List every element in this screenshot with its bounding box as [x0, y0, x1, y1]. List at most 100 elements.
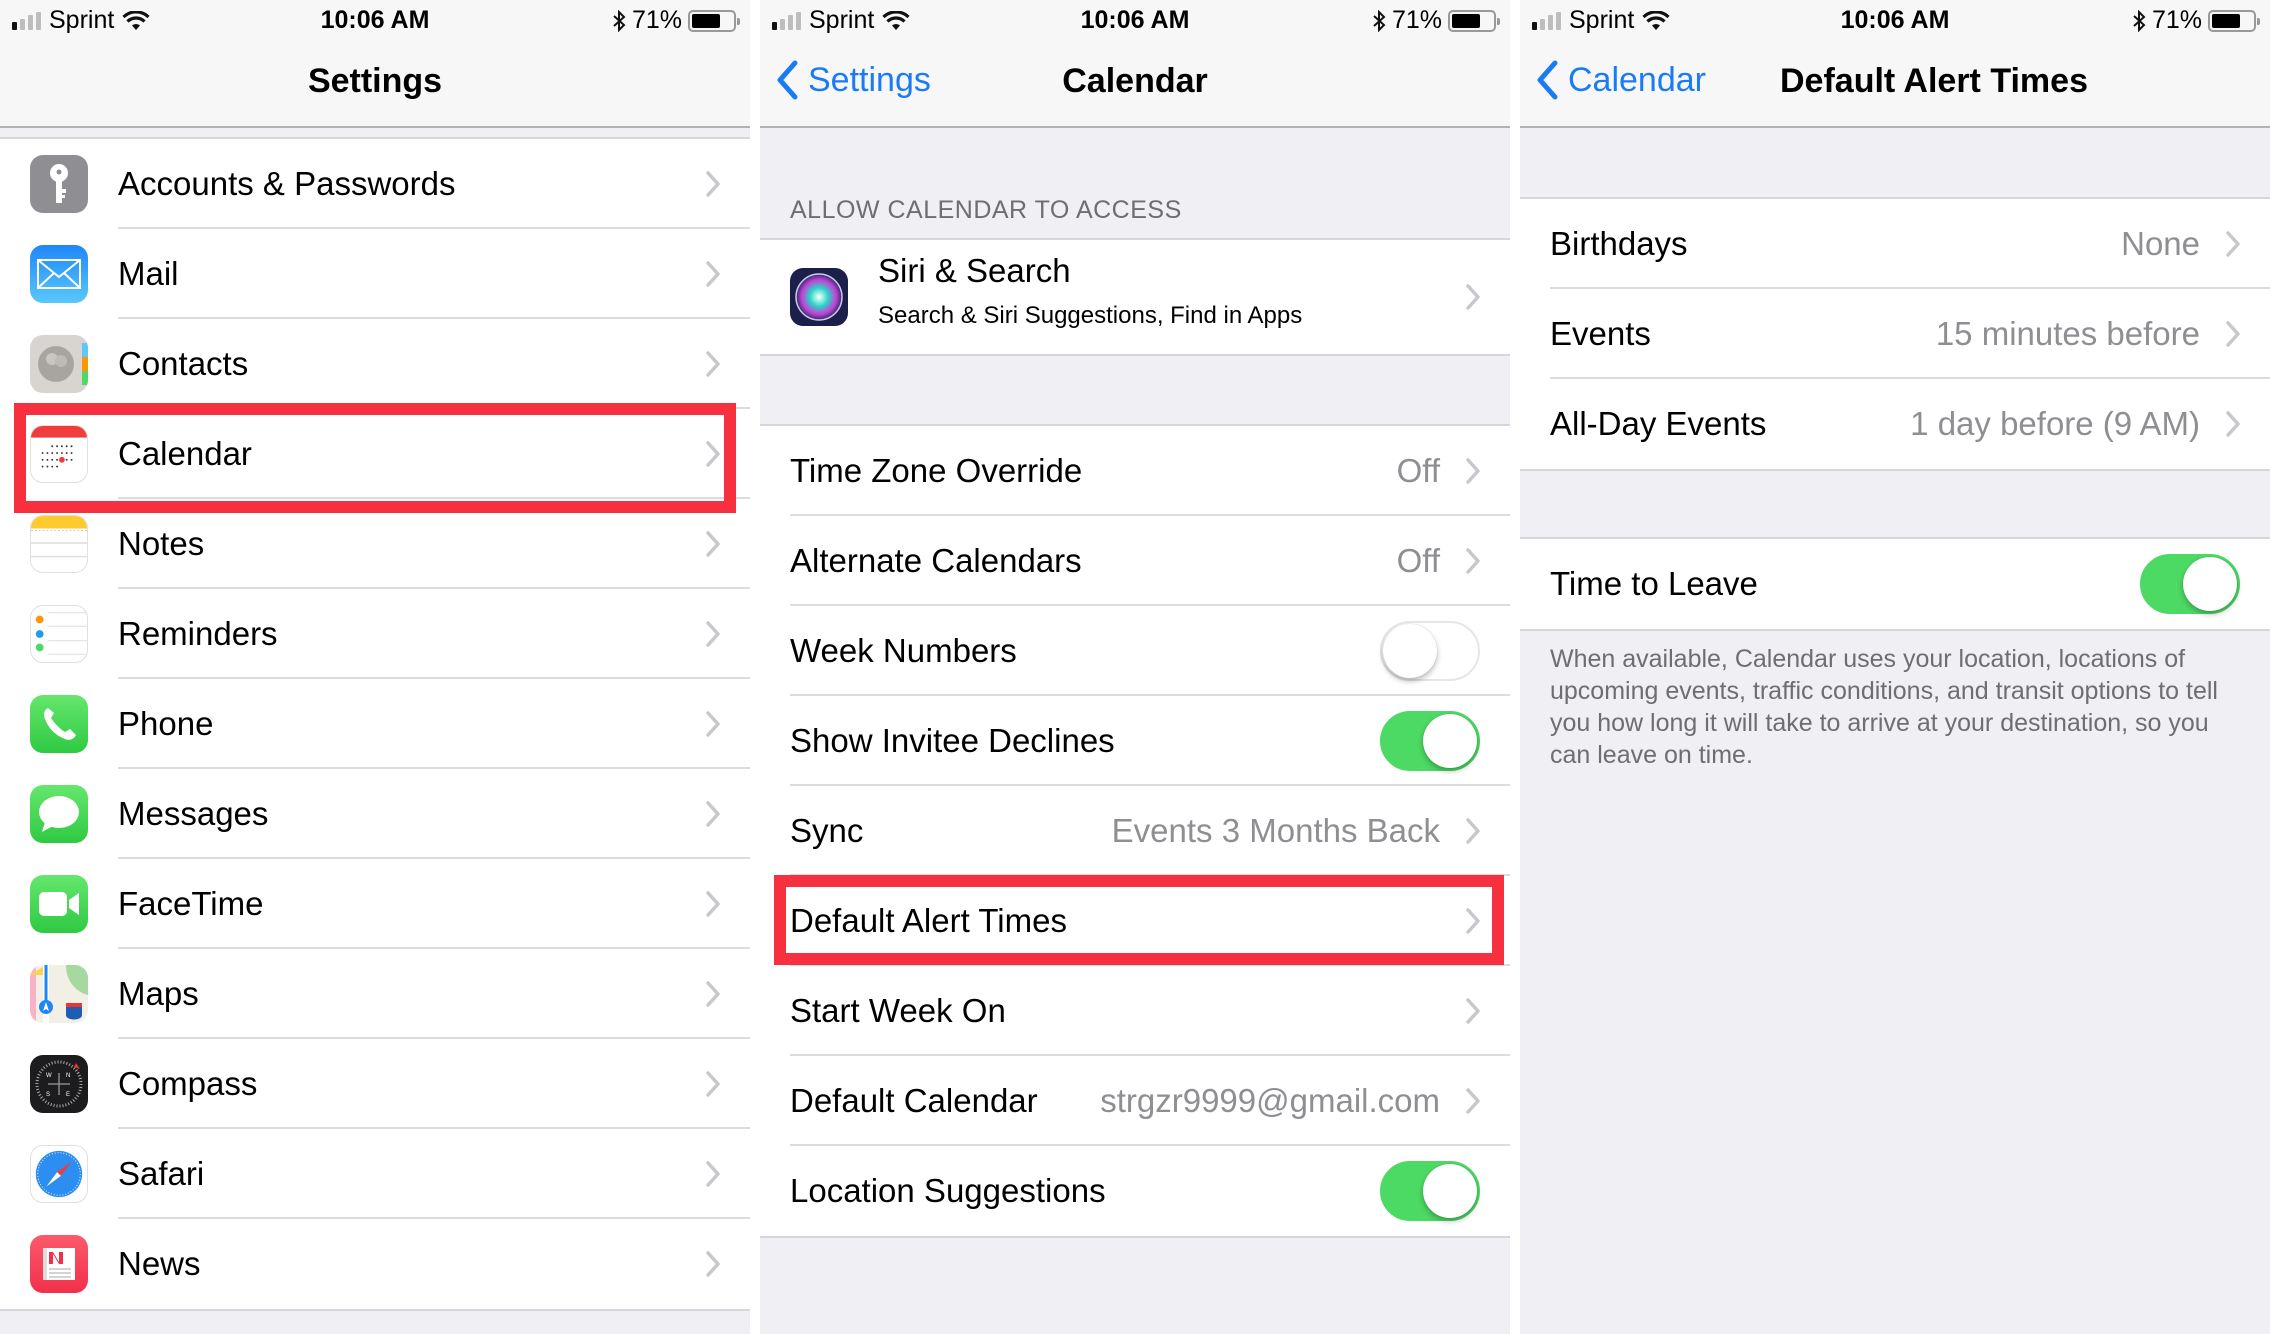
navigation-bar: Settings [0, 40, 750, 128]
row-label: Show Invitee Declines [790, 722, 1115, 759]
battery-percent: 71% [1391, 6, 1442, 34]
messages-icon [30, 785, 88, 843]
week-numbers-item: Week Numbers [760, 606, 1510, 696]
time-to-leave-toggle[interactable] [2140, 554, 2240, 614]
row-label: Time Zone Override [790, 452, 1083, 489]
settings-item-label: Phone [118, 705, 214, 742]
mail-icon [30, 245, 88, 303]
settings-item-label: News [118, 1245, 201, 1282]
chevron-right-icon [706, 981, 720, 1007]
siri-search-item[interactable]: Siri & Search Search & Siri Suggestions,… [760, 240, 1510, 354]
time-to-leave-group: Time to Leave [1520, 537, 2270, 631]
settings-item-mail[interactable]: Mail [0, 229, 750, 319]
chevron-right-icon [706, 891, 720, 917]
location-suggestions-item: Location Suggestions [760, 1146, 1510, 1236]
settings-panel: Sprint 10:06 AM 71% Settings Accounts & … [0, 0, 750, 1334]
default-calendar-item[interactable]: Default Calendar strgzr9999@gmail.com [760, 1056, 1510, 1146]
siri-search-subtitle: Search & Siri Suggestions, Find in Apps [878, 302, 1303, 329]
page-title: Settings [307, 62, 443, 100]
notes-icon [30, 515, 88, 573]
settings-item-phone[interactable]: Phone [0, 679, 750, 769]
row-value: strgzr9999@gmail.com [1100, 1082, 1440, 1119]
settings-item-label: Accounts & Passwords [118, 165, 456, 202]
settings-item-calendar[interactable]: Calendar [0, 409, 750, 499]
chevron-right-icon [1466, 458, 1480, 484]
battery-percent: 71% [2151, 6, 2202, 34]
settings-item-label: Notes [118, 525, 205, 562]
settings-item-label: Compass [118, 1065, 258, 1102]
settings-item-contacts[interactable]: Contacts [0, 319, 750, 409]
all-day-events-alert-item[interactable]: All-Day Events 1 day before (9 AM) [1520, 379, 2270, 469]
settings-item-reminders[interactable]: Reminders [0, 589, 750, 679]
settings-item-label: Maps [118, 975, 199, 1012]
settings-item-safari[interactable]: Safari [0, 1129, 750, 1219]
birthdays-alert-item[interactable]: Birthdays None [1520, 199, 2270, 289]
start-week-on-item[interactable]: Start Week On [760, 966, 1510, 1056]
chevron-right-icon [2226, 231, 2240, 257]
svg-text:N: N [66, 1073, 70, 1079]
siri-search-title: Siri & Search [878, 252, 1071, 289]
svg-text:S: S [46, 1092, 50, 1098]
week-numbers-toggle[interactable] [1380, 621, 1480, 681]
settings-item-news[interactable]: News [0, 1219, 750, 1309]
default-alert-times-item[interactable]: Default Alert Times [760, 876, 1510, 966]
chevron-right-icon [1466, 1088, 1480, 1114]
sync-item[interactable]: Sync Events 3 Months Back [760, 786, 1510, 876]
chevron-right-icon [706, 261, 720, 287]
settings-item-accounts-passwords[interactable]: Accounts & Passwords [0, 139, 750, 229]
settings-item-label: Contacts [118, 345, 249, 382]
show-invitee-declines-item: Show Invitee Declines [760, 696, 1510, 786]
chevron-right-icon [2226, 321, 2240, 347]
section-header: ALLOW CALENDAR TO ACCESS [790, 196, 1182, 224]
chevron-right-icon [706, 441, 720, 467]
reminders-icon [30, 605, 88, 663]
time-to-leave-description: When available, Calendar uses your locat… [1550, 645, 2218, 769]
row-label: Start Week On [790, 992, 1006, 1029]
row-label: Default Calendar [790, 1082, 1038, 1119]
settings-item-facetime[interactable]: FaceTime [0, 859, 750, 949]
row-label: All-Day Events [1550, 405, 1767, 442]
allow-access-group: Siri & Search Search & Siri Suggestions,… [760, 238, 1510, 356]
phone-icon [30, 695, 88, 753]
facetime-icon [30, 875, 88, 933]
chevron-right-icon [2226, 411, 2240, 437]
row-value: Off [1396, 452, 1440, 489]
settings-item-messages[interactable]: Messages [0, 769, 750, 859]
row-label: Alternate Calendars [790, 542, 1082, 579]
settings-item-label: Calendar [118, 435, 252, 472]
alternate-calendars-item[interactable]: Alternate Calendars Off [760, 516, 1510, 606]
contacts-icon [30, 335, 88, 393]
row-label: Time to Leave [1550, 565, 1758, 602]
events-alert-item[interactable]: Events 15 minutes before [1520, 289, 2270, 379]
battery-icon [1448, 9, 1500, 32]
settings-item-maps[interactable]: Maps [0, 949, 750, 1039]
row-label: Default Alert Times [790, 902, 1067, 939]
navigation-bar: Calendar Default Alert Times [1520, 40, 2270, 128]
show-invitee-declines-toggle[interactable] [1380, 711, 1480, 771]
navigation-bar: Settings Calendar [760, 40, 1510, 128]
row-label: Birthdays [1550, 225, 1688, 262]
back-button[interactable]: Calendar [1536, 60, 1706, 100]
settings-item-label: Safari [118, 1155, 205, 1192]
chevron-right-icon [1466, 548, 1480, 574]
settings-item-label: Messages [118, 795, 269, 832]
chevron-right-icon [706, 711, 720, 737]
calendar-icon [30, 425, 88, 483]
time-zone-override-item[interactable]: Time Zone Override Off [760, 426, 1510, 516]
chevron-right-icon [1466, 998, 1480, 1024]
location-suggestions-toggle[interactable] [1380, 1161, 1480, 1221]
row-value: Events 3 Months Back [1111, 812, 1440, 849]
settings-item-compass[interactable]: W N S E Compass [0, 1039, 750, 1129]
settings-list: Accounts & Passwords Mail Contacts Calen… [0, 137, 750, 1311]
chevron-right-icon [706, 1161, 720, 1187]
chevron-right-icon [706, 351, 720, 377]
time-to-leave-item: Time to Leave [1520, 539, 2270, 629]
row-value: 15 minutes before [1935, 315, 2200, 352]
row-value: 1 day before (9 AM) [1910, 405, 2200, 442]
row-value: None [2121, 225, 2200, 262]
row-value: Off [1396, 542, 1440, 579]
chevron-right-icon [1466, 818, 1480, 844]
settings-item-label: FaceTime [118, 885, 264, 922]
status-bar: Sprint 10:06 AM 71% [760, 0, 1510, 40]
settings-item-notes[interactable]: Notes [0, 499, 750, 589]
